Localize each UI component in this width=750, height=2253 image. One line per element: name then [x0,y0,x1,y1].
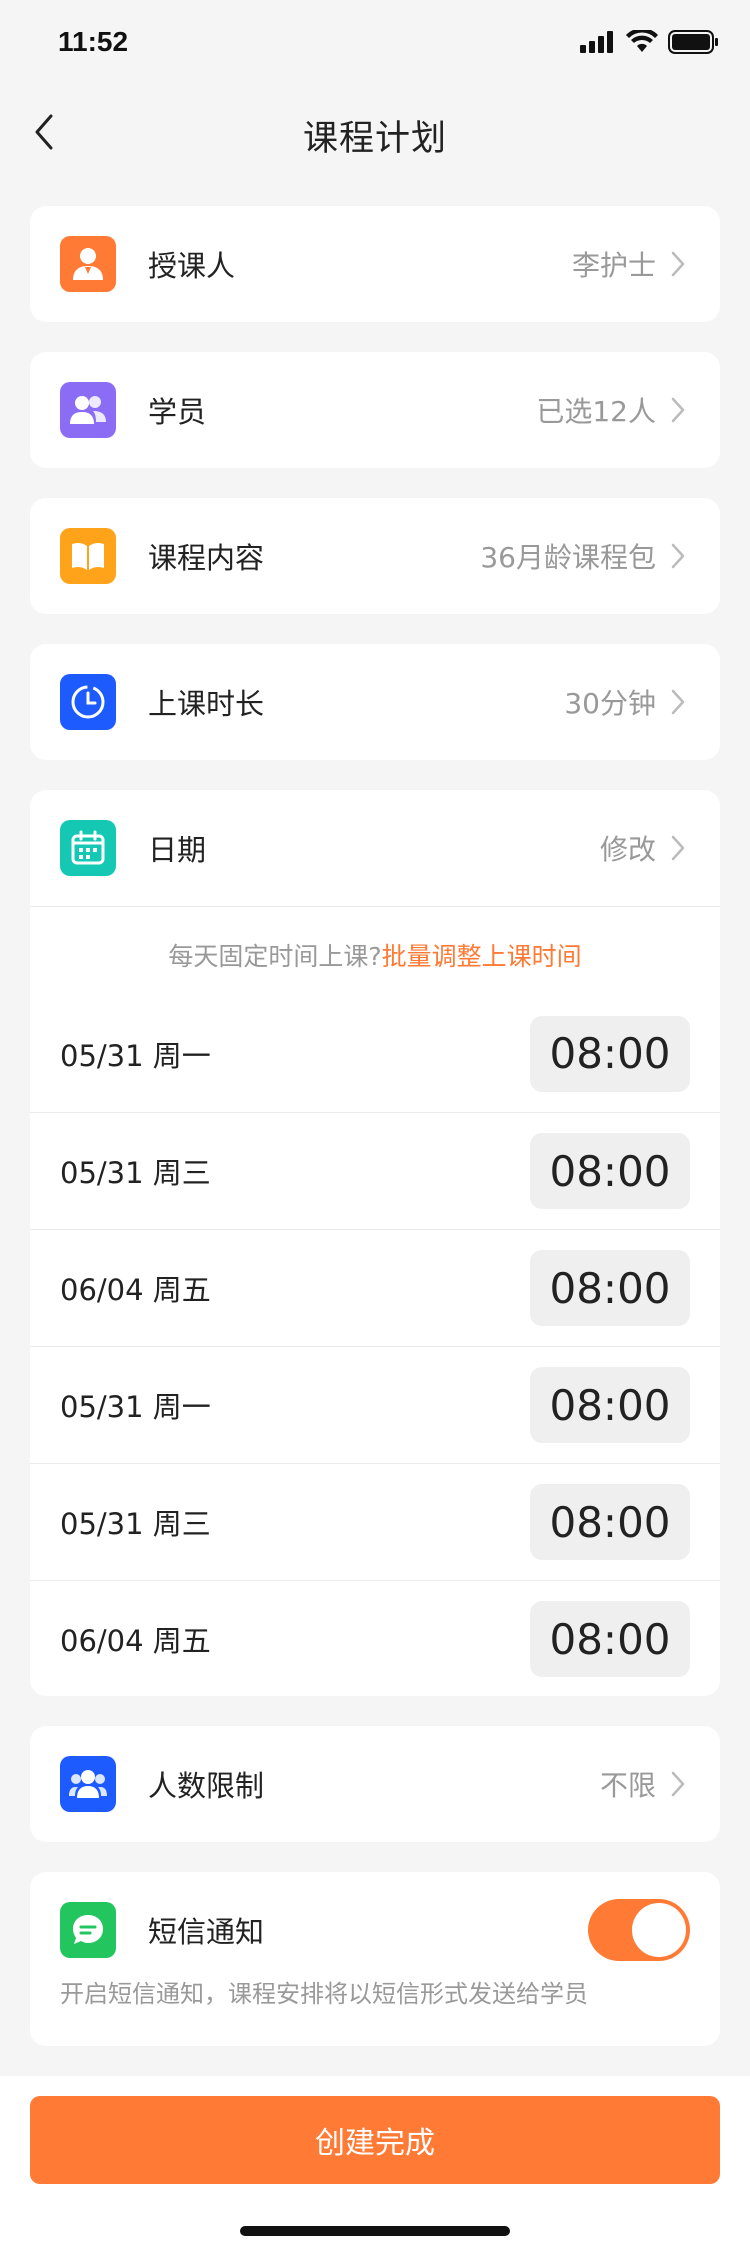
home-indicator [240,2226,510,2236]
duration-row[interactable]: 上课时长 30分钟 [30,644,720,760]
limit-row[interactable]: 人数限制 不限 [30,1726,720,1842]
teacher-value: 李护士 [571,249,656,282]
group-icon [60,382,116,438]
sms-toggle[interactable] [588,1899,690,1961]
time-picker[interactable]: 08:00 [530,1367,690,1443]
duration-card[interactable]: 上课时长 30分钟 [30,644,720,760]
batch-hint: 每天固定时间上课?批量调整上课时间 [30,907,720,995]
time-picker[interactable]: 08:00 [530,1015,690,1092]
calendar-icon [60,820,116,876]
time-picker[interactable]: 08:00 [530,1133,690,1209]
chevron-right-icon [670,832,690,864]
students-card[interactable]: 学员 已选12人 [30,352,720,468]
wifi-icon [626,30,658,52]
schedule-date: 05/31 周三 [60,1507,211,1541]
content-label: 课程内容 [148,541,265,575]
limit-value: 不限 [599,1769,656,1802]
batch-adjust-link[interactable]: 批量调整上课时间 [382,942,582,971]
battery-icon [668,30,718,54]
schedule-date: 05/31 周一 [60,1390,211,1424]
schedule-row: 06/04 周五 08:00 [30,1229,720,1346]
chevron-right-icon [670,686,690,718]
date-row[interactable]: 日期 修改 [30,790,720,906]
clock-icon [60,674,116,730]
content-value: 36月龄课程包 [480,541,656,574]
schedule-date: 05/31 周三 [60,1156,211,1190]
status-icons [580,30,720,54]
nav-bar: 课程计划 [0,88,750,176]
toggle-knob [632,1903,686,1957]
schedule-date: 06/04 周五 [60,1273,211,1307]
sms-row: 短信通知 [30,1872,720,1988]
date-modify[interactable]: 修改 [600,828,656,868]
chevron-right-icon [670,248,690,280]
students-row[interactable]: 学员 已选12人 [30,352,720,468]
schedule-row: 05/31 周一 08:00 [30,995,720,1112]
schedule-row: 05/31 周三 08:00 [30,1463,720,1580]
teacher-card[interactable]: 授课人 李护士 [30,206,720,322]
batch-hint-text: 每天固定时间上课? [168,942,382,971]
time-picker[interactable]: 08:00 [530,1250,690,1326]
people-icon [60,1756,116,1812]
sms-label: 短信通知 [148,1915,265,1949]
chevron-right-icon [670,394,690,426]
sms-card: 短信通知 开启短信通知，课程安排将以短信形式发送给学员 [30,1872,720,2046]
chevron-right-icon [670,1768,690,1800]
page-title: 课程计划 [302,119,447,159]
date-label: 日期 [148,833,207,867]
chevron-right-icon [670,540,690,572]
book-icon [60,528,116,584]
schedule-date: 05/31 周一 [60,1038,211,1073]
schedule-card: 日期 修改 每天固定时间上课?批量调整上课时间 05/31 周一 08:00 0… [30,790,720,1696]
bottom-bar: 创建完成 [0,2076,750,2253]
status-bar: 11:52 [0,0,750,88]
schedule-date: 06/04 周五 [60,1624,211,1658]
duration-label: 上课时长 [148,687,265,721]
schedule-row: 05/31 周一 08:00 [30,1346,720,1463]
schedule-row: 05/31 周三 08:00 [30,1112,720,1229]
limit-label: 人数限制 [148,1769,265,1803]
time-picker[interactable]: 08:00 [530,1601,690,1677]
students-label: 学员 [148,395,207,429]
signal-icon [580,31,613,53]
duration-value: 30分钟 [564,687,656,720]
limit-card[interactable]: 人数限制 不限 [30,1726,720,1842]
students-value: 已选12人 [536,395,656,428]
teacher-row[interactable]: 授课人 李护士 [30,206,720,322]
status-time: 11:52 [58,26,129,57]
time-picker[interactable]: 08:00 [530,1484,690,1560]
content-row[interactable]: 课程内容 36月龄课程包 [30,498,720,614]
person-icon [60,236,116,292]
teacher-label: 授课人 [148,249,236,283]
content-card[interactable]: 课程内容 36月龄课程包 [30,498,720,614]
create-button[interactable]: 创建完成 [30,2096,720,2184]
message-icon [60,1902,116,1958]
schedule-row: 06/04 周五 08:00 [30,1580,720,1697]
